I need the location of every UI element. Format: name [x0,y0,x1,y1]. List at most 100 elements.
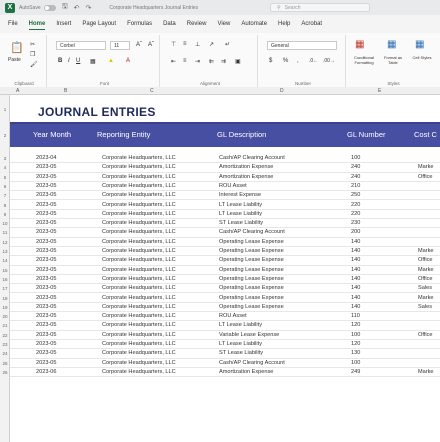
cell-reporting-entity[interactable]: Corporate Headquarters, LLC [102,369,176,375]
column-header-c[interactable]: C [150,88,154,94]
decrease-decimal-icon[interactable]: .00→ [323,58,335,64]
font-color-icon[interactable]: A [126,58,130,64]
cell-reporting-entity[interactable]: Corporate Headquarters, LLC [102,285,176,291]
menu-formulas[interactable]: Formulas [127,21,152,27]
cell-gl-description[interactable]: Operating Lease Expense [219,257,284,263]
cell-reporting-entity[interactable]: Corporate Headquarters, LLC [102,322,176,328]
cell-year-month[interactable]: 2023-05 [36,183,57,189]
merge-center-icon[interactable]: ▣ [235,58,241,65]
sheet-title[interactable]: JOURNAL ENTRIES [38,105,156,119]
cell-styles-icon[interactable]: ▦ [415,39,424,50]
cell-year-month[interactable]: 2023-05 [36,276,57,282]
italic-icon[interactable]: I [68,58,70,64]
cell-year-month[interactable]: 2023-05 [36,313,57,319]
cell-gl-number[interactable]: 240 [351,164,360,170]
cell-gl-number[interactable]: 120 [351,341,360,347]
table-row[interactable]: 2023-05 Corporate Headquarters, LLC ST Lea… [10,349,440,359]
table-row[interactable]: 2023-05 Corporate Headquarters, LLC Operat… [10,247,440,257]
cell-cost-center[interactable]: Office [418,276,433,282]
cell-gl-description[interactable]: Operating Lease Expense [219,239,284,245]
row-number[interactable]: 14 [0,258,10,263]
cell-gl-number[interactable]: 240 [351,174,360,180]
row-number[interactable]: 4 [0,165,10,170]
cell-gl-number[interactable]: 200 [351,229,360,235]
increase-indent-icon[interactable]: ⇉ [221,58,226,65]
table-row[interactable]: 2023-05 Corporate Headquarters, LLC LT Lea… [10,210,440,220]
redo-icon[interactable]: ↷ [86,4,92,12]
row-number[interactable]: 26 [0,370,10,375]
cell-reporting-entity[interactable]: Corporate Headquarters, LLC [102,257,176,263]
table-row[interactable]: 2023-05 Corporate Headquarters, LLC ROU As… [10,182,440,192]
table-row[interactable]: 2023-05 Corporate Headquarters, LLC Amorti… [10,163,440,173]
row-number[interactable]: 13 [0,249,10,254]
cell-reporting-entity[interactable]: Corporate Headquarters, LLC [102,295,176,301]
conditional-formatting-icon[interactable]: ▦ [355,39,364,50]
cell-gl-description[interactable]: Interest Expense [219,192,261,198]
cell-gl-description[interactable]: Operating Lease Expense [219,248,284,254]
cell-year-month[interactable]: 2023-05 [36,220,57,226]
cell-gl-number[interactable]: 249 [351,369,360,375]
align-right-icon[interactable]: ⇥ [195,58,200,65]
cell-year-month[interactable]: 2023-05 [36,341,57,347]
cell-gl-description[interactable]: ST Lease Liability [219,350,263,356]
cell-year-month[interactable]: 2023-05 [36,248,57,254]
cell-year-month[interactable]: 2023-05 [36,350,57,356]
cell-year-month[interactable]: 2023-05 [36,174,57,180]
decrease-indent-icon[interactable]: ⇇ [209,58,214,65]
cell-gl-description[interactable]: ROU Asset [219,183,247,189]
row-number[interactable]: 7 [0,193,10,198]
row-number[interactable]: 22 [0,333,10,338]
header-gl-description[interactable]: GL Description [217,130,266,139]
cell-reporting-entity[interactable]: Corporate Headquarters, LLC [102,248,176,254]
cell-reporting-entity[interactable]: Corporate Headquarters, LLC [102,341,176,347]
menu-file[interactable]: File [8,21,18,27]
cell-reporting-entity[interactable]: Corporate Headquarters, LLC [102,202,176,208]
format-painter-icon[interactable]: 🖌 [30,61,38,68]
borders-icon[interactable]: ▦ [90,58,96,65]
row-number[interactable]: 19 [0,305,10,310]
column-header-e[interactable]: E [378,88,381,94]
cell-reporting-entity[interactable]: Corporate Headquarters, LLC [102,220,176,226]
cell-gl-number[interactable]: 140 [351,304,360,310]
cell-cost-center[interactable]: Office [418,174,433,180]
menu-review[interactable]: Review [187,21,207,27]
row-number[interactable]: 24 [0,351,10,356]
cell-cost-center[interactable]: Marke [418,248,434,254]
cell-reporting-entity[interactable]: Corporate Headquarters, LLC [102,360,176,366]
table-row[interactable]: 2023-05 Corporate Headquarters, LLC Operat… [10,294,440,303]
cell-reporting-entity[interactable]: Corporate Headquarters, LLC [102,239,176,245]
cell-reporting-entity[interactable]: Corporate Headquarters, LLC [102,229,176,235]
search-box[interactable]: ⚲ Search [270,3,370,12]
menu-automate[interactable]: Automate [241,21,267,27]
cell-year-month[interactable]: 2023-05 [36,295,57,301]
cell-gl-number[interactable]: 100 [351,332,360,338]
cell-cost-center[interactable]: Sales [418,285,432,291]
row-number[interactable]: 2 [0,133,10,138]
copy-icon[interactable]: ❐ [30,51,35,58]
paste-label[interactable]: Paste [8,57,21,63]
cell-gl-number[interactable]: 140 [351,285,360,291]
cell-gl-number[interactable]: 120 [351,322,360,328]
cell-gl-description[interactable]: Operating Lease Expense [219,285,284,291]
cell-gl-number[interactable]: 140 [351,276,360,282]
cell-gl-number[interactable]: 110 [351,313,360,319]
table-row[interactable]: 2023-05 Corporate Headquarters, LLC Cash/A… [10,359,440,368]
cell-reporting-entity[interactable]: Corporate Headquarters, LLC [102,192,176,198]
align-top-icon[interactable]: ⊤ [171,41,176,48]
table-row[interactable]: 2023-05 Corporate Headquarters, LLC Operat… [10,284,440,294]
cell-gl-number[interactable]: 140 [351,257,360,263]
row-number[interactable]: 11 [0,230,10,235]
cell-reporting-entity[interactable]: Corporate Headquarters, LLC [102,313,176,319]
cell-gl-description[interactable]: Cash/AP Clearing Account [219,229,285,235]
comma-style-icon[interactable]: , [297,58,299,64]
increase-decimal-icon[interactable]: .0← [309,58,318,64]
cell-gl-description[interactable]: LT Lease Liability [219,322,262,328]
cell-year-month[interactable]: 2023-05 [36,239,57,245]
row-number[interactable]: 21 [0,323,10,328]
underline-icon[interactable]: U [76,58,80,64]
cell-year-month[interactable]: 2023-05 [36,285,57,291]
wrap-text-icon[interactable]: ↵ [225,41,230,48]
cell-gl-number[interactable]: 220 [351,202,360,208]
menu-data[interactable]: Data [163,21,176,27]
cell-gl-description[interactable]: Operating Lease Expense [219,267,284,273]
